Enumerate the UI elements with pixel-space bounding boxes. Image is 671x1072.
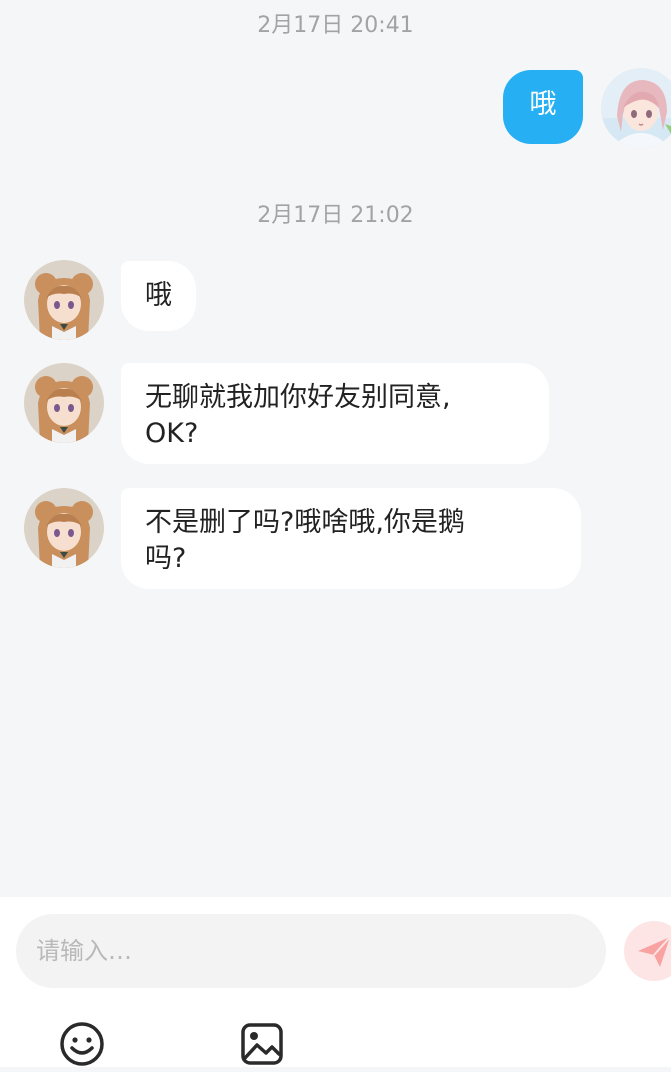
message-line: 不是删了吗?哦啥哦,你是鹅 [145, 507, 465, 538]
emoji-button[interactable] [58, 1020, 106, 1068]
image-icon [241, 1023, 283, 1065]
message-input[interactable] [16, 914, 606, 988]
contact-avatar[interactable] [24, 260, 104, 340]
message-bubble-contact[interactable]: 无聊就我加你好友别同意, OK? [121, 363, 549, 464]
self-avatar[interactable] [601, 68, 671, 148]
send-button[interactable] [624, 921, 671, 981]
message-bubble-contact[interactable]: 哦 [121, 261, 196, 331]
message-line: 无聊就我加你好友别同意, [145, 382, 451, 413]
contact-avatar[interactable] [24, 363, 104, 443]
message-bubble-contact[interactable]: 不是删了吗?哦啥哦,你是鹅 吗? [121, 488, 581, 589]
send-icon [638, 936, 671, 967]
message-line: 吗? [145, 543, 187, 574]
composer-bar [0, 897, 671, 1067]
emoji-icon [60, 1022, 104, 1066]
timestamp: 2月17日 21:02 [257, 203, 414, 228]
image-button[interactable] [238, 1020, 286, 1068]
contact-avatar[interactable] [24, 488, 104, 568]
message-bubble-self[interactable]: 哦 [503, 70, 583, 144]
chat-area[interactable]: 2月17日 20:41 哦 2月17日 21:02 哦 无聊就我加你好友别同意,… [0, 0, 671, 897]
message-line: OK? [145, 418, 199, 449]
timestamp: 2月17日 20:41 [257, 13, 414, 38]
